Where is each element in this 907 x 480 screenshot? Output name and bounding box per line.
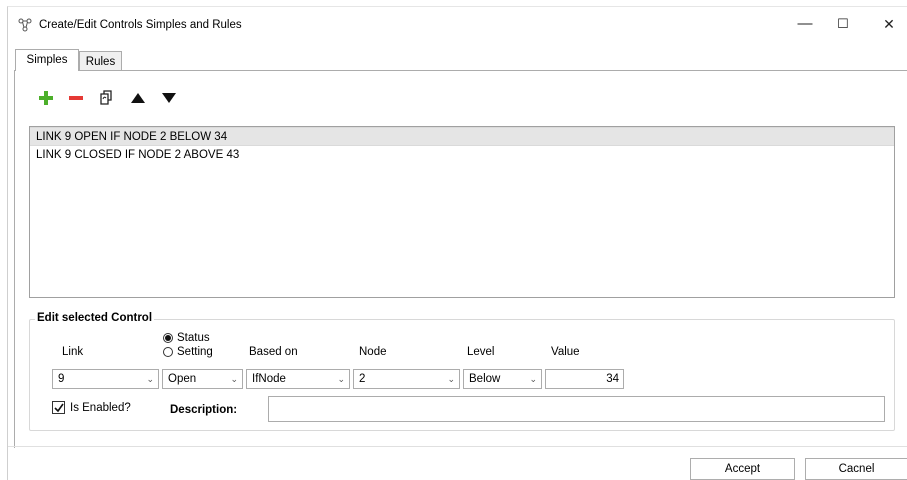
- is-enabled-checkbox[interactable]: Is Enabled?: [52, 401, 131, 414]
- window-title: Create/Edit Controls Simples and Rules: [39, 19, 242, 31]
- link-select-value: 9: [58, 373, 65, 385]
- link-label: Link: [62, 346, 84, 358]
- tab-rules[interactable]: Rules: [79, 51, 122, 71]
- based-on-label: Based on: [249, 346, 298, 358]
- value-input[interactable]: 34: [545, 369, 624, 389]
- value-label: Value: [551, 346, 580, 358]
- title-bar[interactable]: Create/Edit Controls Simples and Rules —…: [8, 8, 907, 40]
- link-select[interactable]: 9 ⌄: [52, 369, 159, 389]
- status-select-value: Open: [168, 373, 197, 385]
- level-select[interactable]: Below ⌄: [463, 369, 542, 389]
- level-select-value: Below: [469, 373, 501, 385]
- copy-icon[interactable]: [96, 87, 118, 109]
- setting-radio[interactable]: Setting: [163, 346, 213, 358]
- node-label: Node: [359, 346, 387, 358]
- based-on-select[interactable]: IfNode ⌄: [246, 369, 350, 389]
- based-on-select-value: IfNode: [252, 373, 286, 385]
- dialog-window: Create/Edit Controls Simples and Rules —…: [0, 0, 907, 480]
- status-radio-label: Status: [177, 332, 210, 344]
- setting-radio-label: Setting: [177, 346, 213, 358]
- network-app-icon: [18, 18, 32, 32]
- description-label: Description:: [170, 404, 238, 416]
- chevron-down-icon: ⌄: [146, 374, 154, 384]
- tab-simples[interactable]: Simples: [15, 49, 79, 71]
- move-up-icon[interactable]: [127, 87, 149, 109]
- list-item[interactable]: LINK 9 CLOSED IF NODE 2 ABOVE 43: [30, 146, 894, 165]
- node-select[interactable]: 2 ⌄: [353, 369, 460, 389]
- add-icon[interactable]: [35, 87, 57, 109]
- controls-list[interactable]: LINK 9 OPEN IF NODE 2 BELOW 34 LINK 9 CL…: [29, 126, 895, 298]
- accept-button[interactable]: Accept: [690, 458, 795, 480]
- level-label: Level: [467, 346, 495, 358]
- list-item[interactable]: LINK 9 OPEN IF NODE 2 BELOW 34: [30, 127, 894, 146]
- checkmark-icon: [52, 401, 65, 414]
- move-down-icon[interactable]: [158, 87, 180, 109]
- radio-unselected-icon: [163, 347, 173, 357]
- chevron-down-icon: ⌄: [447, 374, 455, 384]
- chevron-down-icon: ⌄: [529, 374, 537, 384]
- remove-icon[interactable]: [65, 87, 87, 109]
- cancel-button[interactable]: Cacnel: [805, 458, 907, 480]
- node-select-value: 2: [359, 373, 366, 385]
- edit-group-title: Edit selected Control: [35, 312, 155, 324]
- status-radio[interactable]: Status: [163, 332, 210, 344]
- maximize-button[interactable]: ☐: [828, 12, 858, 36]
- tab-strip: Simples Rules: [8, 49, 907, 71]
- minimize-button[interactable]: —: [790, 12, 820, 36]
- close-button[interactable]: ✕: [874, 12, 904, 36]
- chevron-down-icon: ⌄: [337, 374, 345, 384]
- is-enabled-label: Is Enabled?: [70, 401, 131, 414]
- radio-selected-icon: [163, 333, 173, 343]
- chevron-down-icon: ⌄: [230, 374, 238, 384]
- description-input[interactable]: [268, 396, 885, 422]
- status-select[interactable]: Open ⌄: [162, 369, 243, 389]
- divider: [8, 446, 907, 447]
